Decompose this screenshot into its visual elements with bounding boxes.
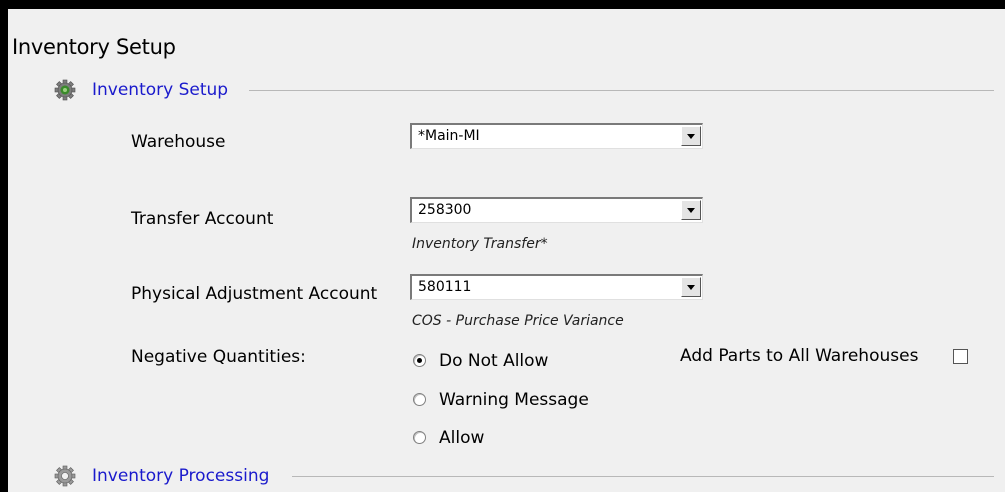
transfer-account-dropdown-button[interactable] (681, 200, 701, 220)
physical-adjustment-account-label: Physical Adjustment Account (131, 284, 378, 304)
chevron-down-icon (687, 285, 695, 290)
add-parts-all-warehouses-label: Add Parts to All Warehouses (680, 346, 919, 366)
gear-icon (54, 465, 76, 487)
section-title: Inventory Processing (92, 466, 270, 486)
warehouse-dropdown-button[interactable] (681, 126, 701, 146)
transfer-account-description: Inventory Transfer* (412, 236, 548, 252)
transfer-account-select[interactable]: 258300 (410, 197, 703, 223)
chevron-down-icon (687, 134, 695, 139)
radio-button[interactable] (413, 354, 426, 367)
radio-label: Allow (439, 428, 485, 448)
radio-label: Do Not Allow (439, 351, 549, 371)
radio-button[interactable] (413, 431, 426, 444)
negative-quantities-label: Negative Quantities: (131, 347, 306, 367)
section-title: Inventory Setup (92, 80, 229, 100)
section-divider (249, 90, 994, 91)
physical-adjustment-account-select[interactable]: 580111 (410, 274, 703, 300)
gear-icon (54, 79, 76, 101)
section-inventory-setup[interactable]: Inventory Setup (54, 79, 994, 101)
add-parts-all-warehouses-checkbox[interactable] (953, 349, 968, 364)
inventory-setup-panel: Inventory Setup Inventory Setup Warehous… (0, 0, 1005, 492)
transfer-account-value: 258300 (418, 202, 472, 218)
warehouse-label: Warehouse (131, 132, 226, 152)
warehouse-value: *Main-MI (418, 128, 480, 144)
warehouse-select[interactable]: *Main-MI (410, 123, 703, 149)
radio-button[interactable] (413, 393, 426, 406)
section-inventory-processing[interactable]: Inventory Processing (54, 465, 994, 487)
transfer-account-label: Transfer Account (131, 209, 274, 229)
physical-adjustment-account-description: COS - Purchase Price Variance (412, 313, 624, 329)
section-divider (292, 476, 994, 477)
radio-label: Warning Message (439, 390, 589, 410)
radio-selected-dot (417, 358, 422, 363)
physical-adjustment-account-value: 580111 (418, 279, 472, 295)
chevron-down-icon (687, 208, 695, 213)
physical-adjustment-account-dropdown-button[interactable] (681, 277, 701, 297)
page-title: Inventory Setup (12, 35, 176, 59)
